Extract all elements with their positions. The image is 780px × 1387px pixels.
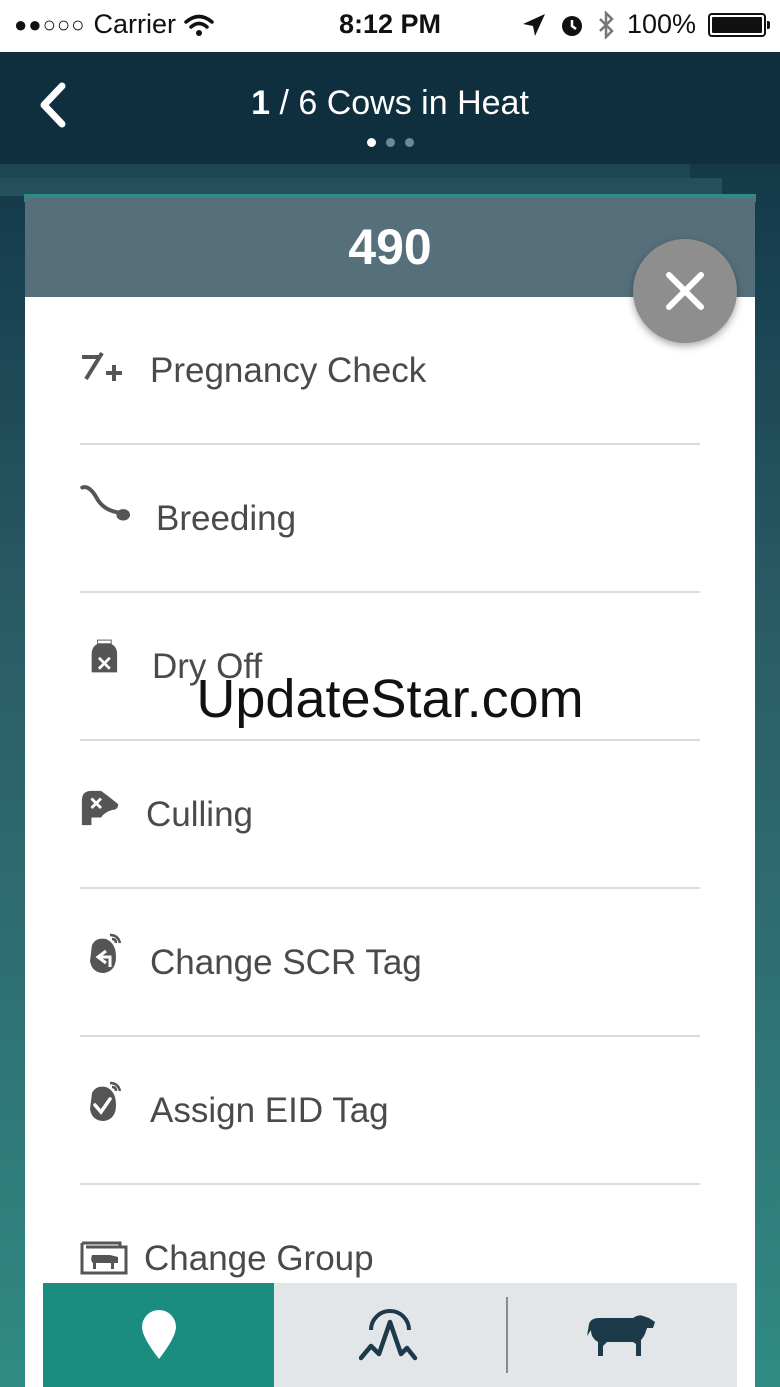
cow-count-title: / 6 Cows in Heat [279, 84, 529, 122]
nav-bar: 1 / 6 Cows in Heat [0, 52, 780, 164]
cow-icon [587, 1315, 656, 1356]
menu-item-change-scr-tag[interactable]: Change SCR Tag [80, 889, 700, 1037]
breeding-icon [80, 485, 130, 521]
battery-percent: 100% [626, 9, 696, 39]
action-menu: Pregnancy Check Breeding Dry Off Culling… [80, 297, 700, 1331]
menu-item-label: Breeding [156, 499, 297, 538]
status-right: 100% [521, 9, 770, 40]
tab-location[interactable] [43, 1283, 275, 1387]
pregnancy-check-icon [82, 351, 122, 381]
battery-icon [708, 12, 770, 37]
page-indicator [0, 138, 780, 147]
menu-item-assign-eid-tag[interactable]: Assign EID Tag [80, 1037, 700, 1185]
menu-item-label: Assign EID Tag [150, 1091, 389, 1130]
menu-item-label: Change SCR Tag [150, 943, 422, 982]
page-dot [366, 138, 376, 147]
card-stack-layer [0, 164, 690, 178]
bottom-tab-bar [43, 1283, 737, 1387]
menu-item-label: Change Group [144, 1239, 374, 1278]
location-arrow-icon [522, 13, 545, 36]
alarm-icon [561, 15, 582, 36]
close-icon [666, 272, 704, 310]
tab-activity[interactable] [274, 1283, 505, 1387]
menu-item-pregnancy-check[interactable]: Pregnancy Check [80, 297, 700, 445]
page-dot [404, 138, 414, 147]
page-dot [385, 138, 395, 147]
culling-icon [81, 790, 119, 826]
tab-cows[interactable] [506, 1283, 737, 1387]
menu-item-label: Pregnancy Check [150, 351, 427, 390]
cow-index: 1 [251, 84, 270, 122]
location-pin-icon [141, 1310, 176, 1359]
menu-item-label: Culling [146, 795, 253, 834]
menu-item-culling[interactable]: Culling [80, 741, 700, 889]
activity-graph-icon [358, 1309, 418, 1361]
page-title: 1 / 6 Cows in Heat [0, 84, 780, 123]
close-button[interactable] [633, 239, 737, 343]
change-group-icon [80, 1241, 128, 1275]
watermark-text: UpdateStar.com [196, 669, 584, 729]
change-tag-icon [90, 933, 122, 973]
bluetooth-icon [599, 10, 614, 39]
assign-tag-icon [90, 1081, 122, 1121]
menu-item-breeding[interactable]: Breeding [80, 445, 700, 593]
status-bar: ●●○○○ Carrier 8:12 PM 100% [0, 0, 780, 52]
